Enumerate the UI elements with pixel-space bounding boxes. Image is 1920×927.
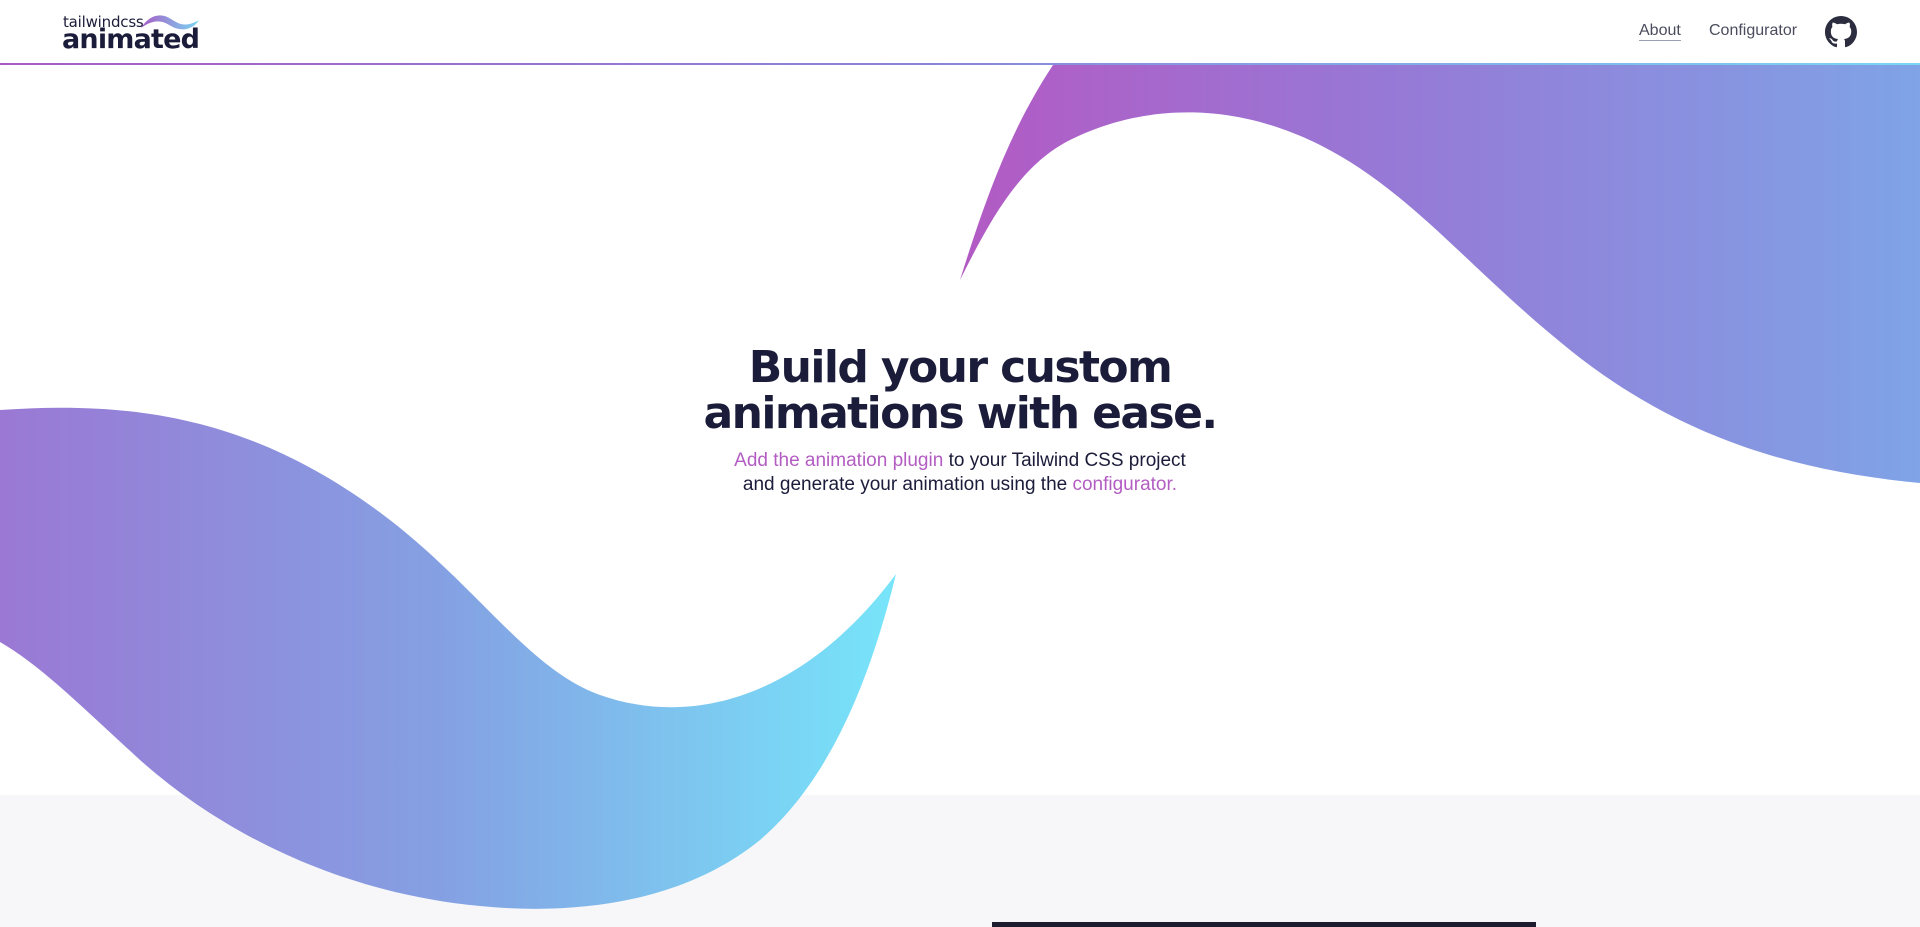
nav-configurator-link[interactable]: Configurator: [1709, 22, 1797, 40]
hero-subtitle: Add the animation plugin to your Tailwin…: [660, 449, 1260, 497]
hero-title-line2: animations with ease.: [703, 388, 1219, 439]
header-gradient-divider: [0, 63, 1920, 65]
configurator-link[interactable]: configurator.: [1072, 474, 1177, 495]
add-plugin-link[interactable]: Add the animation plugin: [734, 450, 943, 471]
hero-subtitle-text2: and generate your animation using the: [742, 474, 1073, 495]
github-icon[interactable]: [1825, 16, 1857, 48]
site-logo[interactable]: tailwindcss animated: [62, 10, 200, 55]
site-header: tailwindcss animated About Configurator: [0, 0, 1920, 65]
hero-section: Build your custom animations with ease. …: [660, 345, 1260, 497]
code-preview-panel-edge: [992, 922, 1536, 927]
hero-title: Build your custom animations with ease.: [660, 345, 1260, 437]
hero-subtitle-text1: to your Tailwind CSS project: [943, 450, 1186, 471]
hero-title-line1: Build your custom: [748, 342, 1173, 393]
logo-text-big: animated: [62, 24, 200, 55]
nav-about-link[interactable]: About: [1639, 22, 1681, 41]
